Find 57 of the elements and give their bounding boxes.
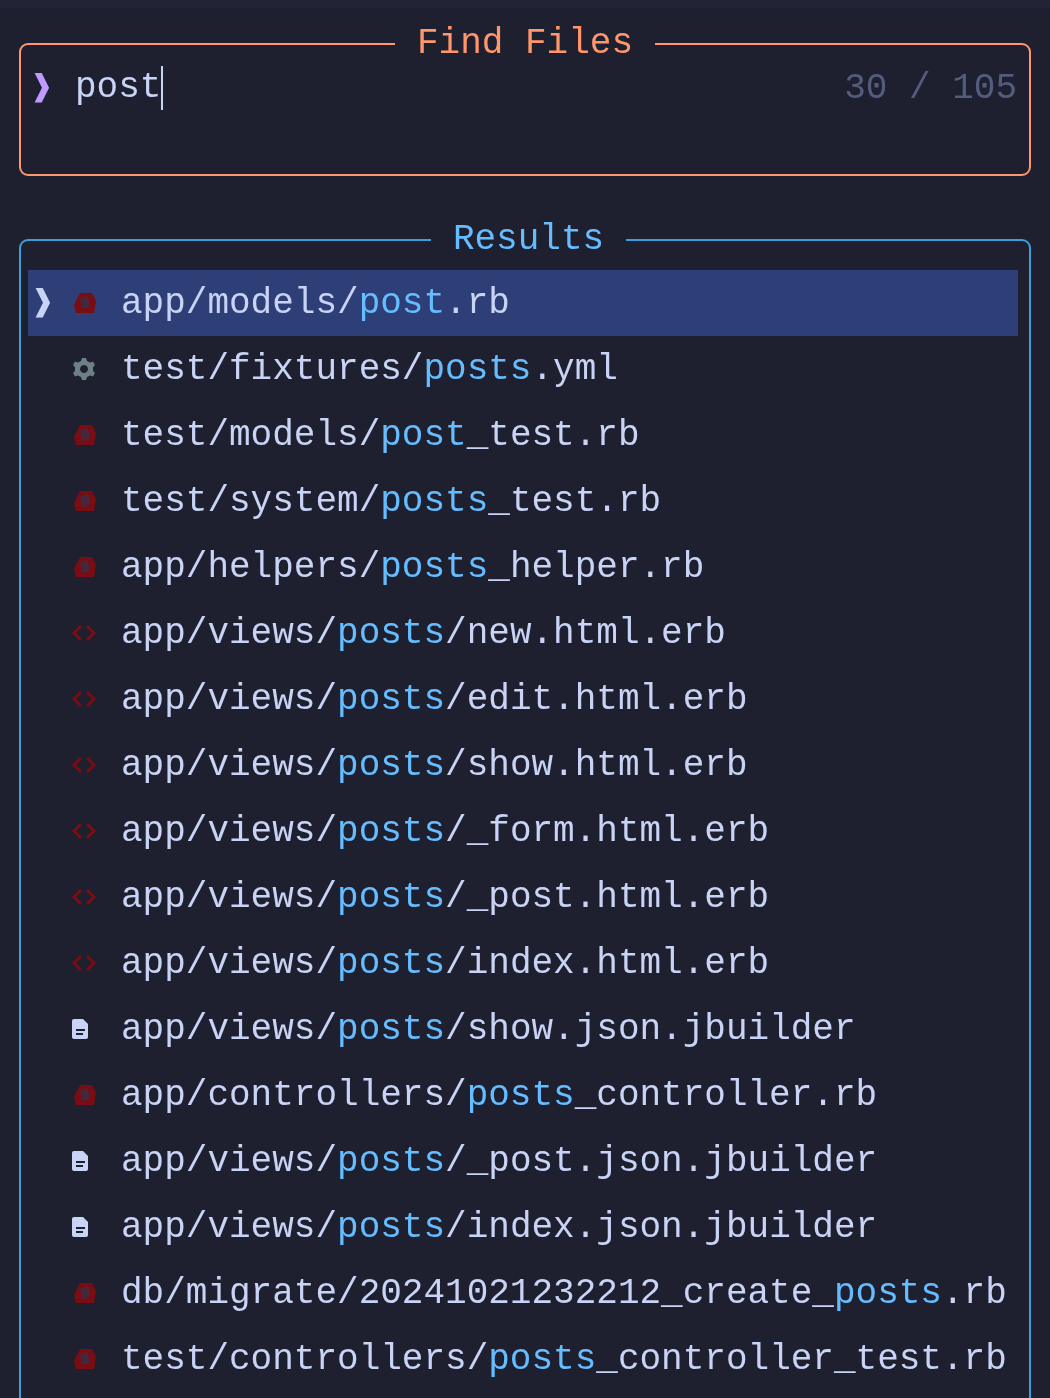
file-path: test/system/posts_test.rb: [121, 480, 662, 522]
file-path: app/views/posts/_post.html.erb: [121, 876, 770, 918]
file-path: app/helpers/posts_helper.rb: [121, 546, 705, 588]
result-row[interactable]: app/views/posts/new.html.erb: [28, 600, 1018, 666]
file-path: test/models/post_test.rb: [121, 414, 640, 456]
file-path: app/views/posts/index.json.jbuilder: [121, 1206, 878, 1248]
result-row[interactable]: ❱ app/models/post.rb: [28, 270, 1018, 336]
ruby-gem-icon: [72, 423, 96, 447]
result-row[interactable]: test/fixtures/posts.yml: [28, 336, 1018, 402]
gear-icon: [72, 357, 96, 381]
result-row[interactable]: app/controllers/posts_controller.rb: [28, 1062, 1018, 1128]
ruby-gem-icon: [72, 1083, 96, 1107]
result-row[interactable]: test/controllers/posts_controller_test.rb: [28, 1326, 1018, 1392]
code-brackets-icon: [72, 821, 96, 841]
selection-pointer: ❱: [32, 283, 55, 325]
result-row[interactable]: app/views/posts/edit.html.erb: [28, 666, 1018, 732]
file-path: app/views/posts/index.html.erb: [121, 942, 770, 984]
document-icon: [72, 1216, 90, 1238]
result-row[interactable]: app/helpers/posts_helper.rb: [28, 534, 1018, 600]
file-path: test/fixtures/posts.yml: [121, 348, 618, 390]
code-brackets-icon: [72, 953, 96, 973]
result-row[interactable]: app/views/posts/show.html.erb: [28, 732, 1018, 798]
file-path: app/views/posts/show.json.jbuilder: [121, 1008, 856, 1050]
match-count: 30 / 105: [844, 67, 1017, 109]
code-brackets-icon: [72, 689, 96, 709]
result-row[interactable]: db/migrate/20241021232212_create_posts.rb: [28, 1260, 1018, 1326]
file-path: app/views/posts/edit.html.erb: [121, 678, 748, 720]
file-path: test/controllers/posts_controller_test.rb: [121, 1338, 1007, 1380]
ruby-gem-icon: [72, 1281, 96, 1305]
file-path: db/migrate/20241021232212_create_posts.rb: [121, 1272, 1007, 1314]
document-icon: [72, 1150, 90, 1172]
ruby-gem-icon: [72, 1347, 96, 1371]
file-path: app/views/posts/_form.html.erb: [121, 810, 770, 852]
document-icon: [72, 1018, 90, 1040]
result-row[interactable]: app/views/posts/_form.html.erb: [28, 798, 1018, 864]
ruby-gem-icon: [72, 489, 96, 513]
file-path: app/controllers/posts_controller.rb: [121, 1074, 878, 1116]
result-row[interactable]: test/models/post_test.rb: [28, 402, 1018, 468]
ruby-gem-icon: [72, 555, 96, 579]
result-row[interactable]: app/views/posts/_post.html.erb: [28, 864, 1018, 930]
result-row[interactable]: app/views/posts/_post.json.jbuilder: [28, 1128, 1018, 1194]
panel-title: Results: [451, 220, 606, 260]
ruby-gem-icon: [72, 291, 96, 315]
result-row[interactable]: app/views/posts/index.html.erb: [28, 930, 1018, 996]
result-row[interactable]: test/system/posts_test.rb: [28, 468, 1018, 534]
search-field[interactable]: post: [75, 66, 164, 110]
result-row[interactable]: app/views/posts/show.json.jbuilder: [28, 996, 1018, 1062]
file-path: app/models/post.rb: [121, 282, 510, 324]
prompt-symbol: ❱: [31, 68, 54, 110]
file-path: app/views/posts/_post.json.jbuilder: [121, 1140, 878, 1182]
panel-title: Find Files: [415, 24, 634, 64]
code-brackets-icon: [72, 623, 96, 643]
file-path: app/views/posts/new.html.erb: [121, 612, 726, 654]
code-brackets-icon: [72, 887, 96, 907]
file-path: app/views/posts/show.html.erb: [121, 744, 748, 786]
code-brackets-icon: [72, 755, 96, 775]
result-row[interactable]: app/views/posts/index.json.jbuilder: [28, 1194, 1018, 1260]
